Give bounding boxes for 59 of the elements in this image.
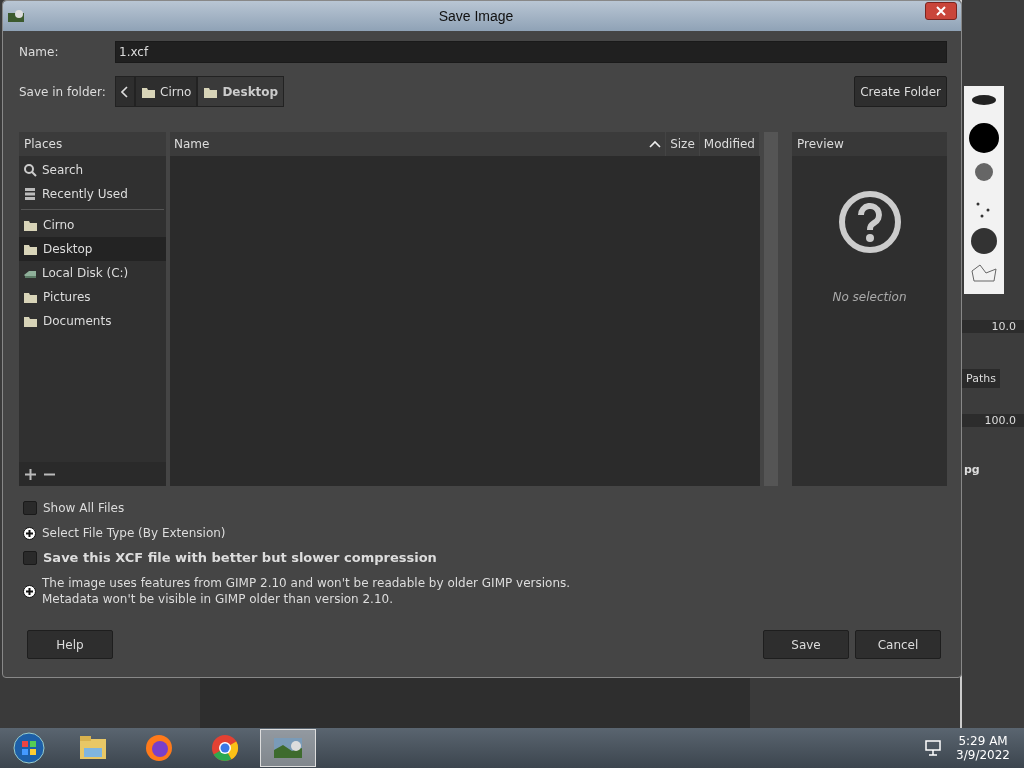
expand-icon[interactable]	[23, 584, 36, 598]
field-label: Name:	[19, 45, 60, 59]
folder-icon	[23, 290, 38, 304]
option-label: Show All Files	[43, 500, 125, 516]
place-item[interactable]: Pictures	[19, 285, 166, 309]
close-icon	[936, 6, 946, 16]
column-header[interactable]: Name	[170, 132, 667, 156]
folder-icon	[23, 314, 38, 328]
create-folder-button[interactable]: Create Folder	[854, 76, 947, 107]
add-icon[interactable]	[25, 468, 36, 480]
place-item[interactable]: Recently Used	[19, 182, 166, 206]
option-label: The image uses features from GIMP 2.10 and won't be readable by older GIMP versions. Metadata won't be visible in GIMP older than version 2.10.	[42, 575, 571, 607]
app-icon	[7, 9, 27, 23]
close-button[interactable]	[925, 2, 957, 20]
clock-date: 3/9/2022	[956, 748, 1010, 762]
windows-logo-icon	[13, 732, 45, 764]
clock[interactable]: 5:29 AM 3/9/2022	[946, 734, 1024, 762]
dialog-button[interactable]: Save	[763, 630, 849, 659]
chevron-left-icon	[121, 85, 129, 98]
number-field[interactable]: 10.0	[962, 320, 1024, 333]
place-item[interactable]: Local Disk (C:)	[19, 261, 166, 285]
preview-message: No selection	[832, 290, 907, 304]
number-field[interactable]: 100.0	[962, 414, 1024, 427]
header-label: Size	[670, 137, 695, 151]
dialog-button[interactable]: Cancel	[855, 630, 941, 659]
place-item[interactable]: Documents	[19, 309, 166, 333]
browser-icon	[209, 732, 241, 764]
place-item[interactable]: Desktop	[19, 237, 166, 261]
search-icon	[23, 163, 37, 177]
stack-icon	[23, 187, 37, 201]
column-header[interactable]: Size	[666, 132, 700, 156]
back-button[interactable]	[115, 76, 135, 107]
window-title: Save Image	[437, 8, 515, 24]
field-label: Save in folder:	[19, 84, 107, 99]
checkbox[interactable]	[23, 551, 37, 565]
dialog-button[interactable]: Help	[27, 630, 113, 659]
column-header: Preview	[792, 132, 947, 156]
checkbox[interactable]	[23, 501, 37, 515]
taskbar-button[interactable]	[260, 729, 316, 767]
column-header[interactable]: Modified	[699, 132, 760, 156]
folder-icon	[23, 242, 38, 256]
browser-icon	[143, 732, 175, 764]
layer-label: pg	[963, 463, 981, 476]
question-icon	[837, 190, 902, 254]
option-label: Save this XCF file with better but slower compression	[43, 550, 437, 566]
header-label: Name	[174, 137, 210, 151]
path-button[interactable]: Desktop	[197, 76, 285, 107]
clock-time: 5:29 AM	[958, 734, 1008, 748]
expand-icon[interactable]	[23, 526, 36, 540]
place-item[interactable]: Search	[19, 158, 166, 182]
place-item[interactable]: Cirno	[19, 213, 166, 237]
folder-icon	[23, 218, 38, 232]
panel-tab[interactable]: Paths	[962, 369, 1000, 388]
column-header: Places	[19, 132, 166, 156]
path-button[interactable]: Cirno	[135, 76, 198, 107]
name-field[interactable]: 1.xcf	[115, 41, 947, 63]
option-label: Select File Type (By Extension)	[42, 525, 226, 541]
network-icon[interactable]	[924, 739, 943, 757]
header-label: Modified	[703, 137, 755, 151]
